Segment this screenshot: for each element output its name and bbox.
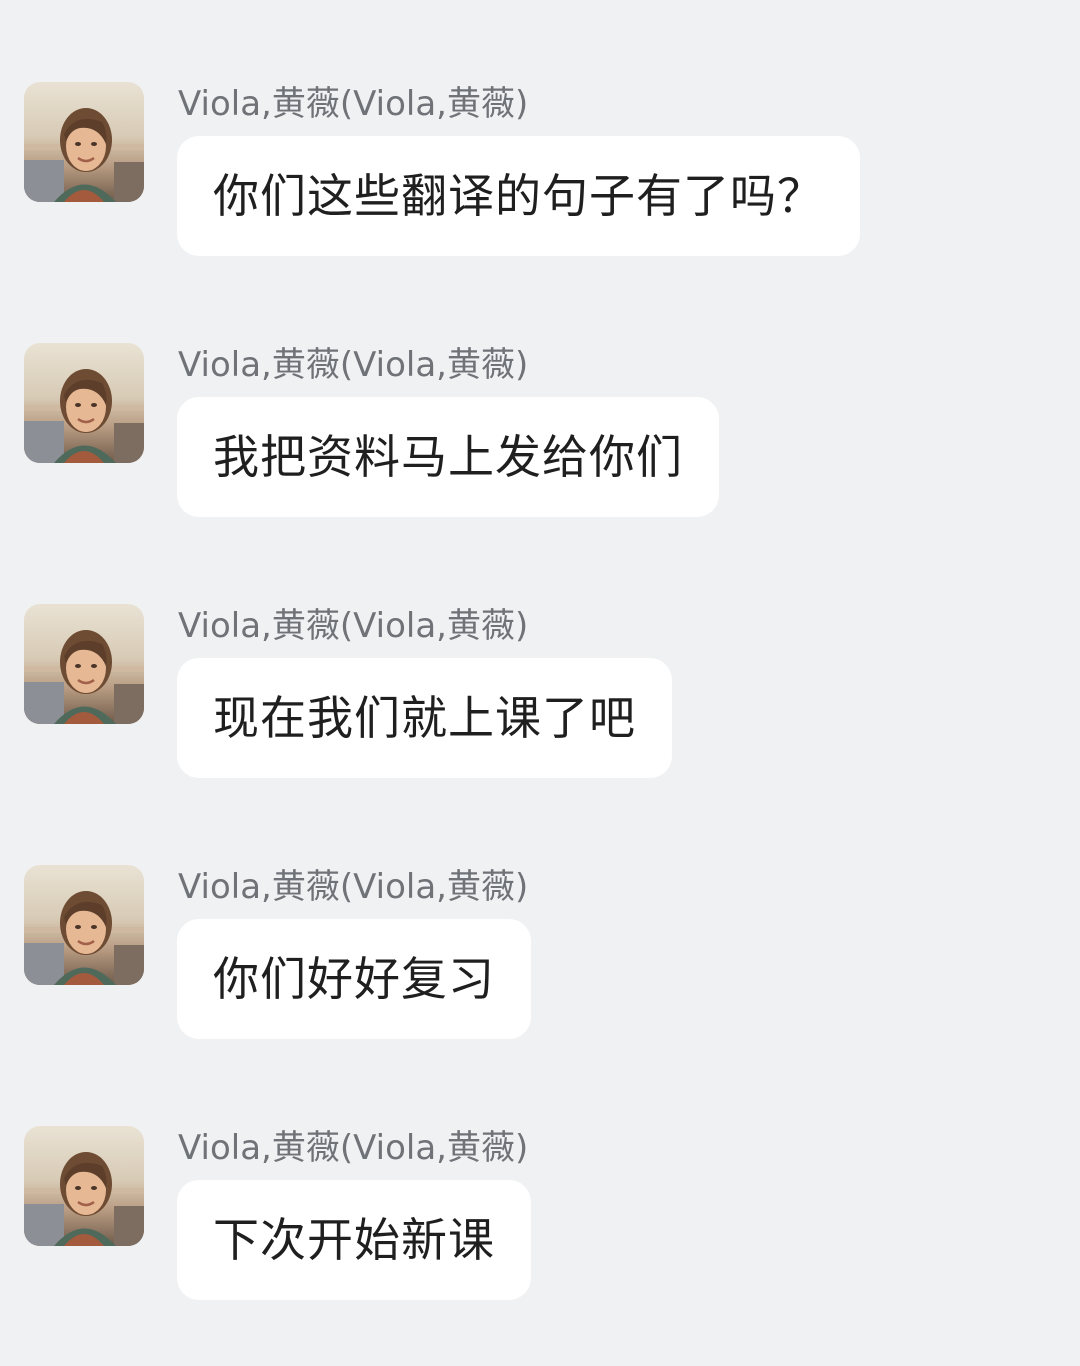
chat-message-list: Viola,黄薇(Viola,黄薇) 你们这些翻译的句子有了吗？ Viola,黄… — [0, 0, 1080, 1327]
sender-name: Viola,黄薇(Viola,黄薇) — [178, 345, 529, 385]
message-bubble[interactable]: 你们好好复习 — [177, 919, 531, 1039]
message-text: 现在我们就上课了吧 — [213, 691, 636, 745]
message-text: 我把资料马上发给你们 — [213, 430, 683, 484]
sender-avatar[interactable] — [24, 1126, 144, 1246]
message-text: 下次开始新课 — [213, 1213, 495, 1267]
message-item: Viola,黄薇(Viola,黄薇) 下次开始新课 — [0, 1126, 1080, 1366]
message-bubble[interactable]: 我把资料马上发给你们 — [177, 397, 719, 517]
sender-name: Viola,黄薇(Viola,黄薇) — [178, 84, 529, 124]
message-bubble[interactable]: 现在我们就上课了吧 — [177, 658, 672, 778]
person-photo-icon — [24, 82, 144, 202]
person-photo-icon — [24, 865, 144, 985]
sender-avatar[interactable] — [24, 343, 144, 463]
sender-name: Viola,黄薇(Viola,黄薇) — [178, 1128, 529, 1168]
sender-avatar[interactable] — [24, 865, 144, 985]
sender-name: Viola,黄薇(Viola,黄薇) — [178, 606, 529, 646]
message-text: 你们好好复习 — [213, 952, 495, 1006]
message-item: Viola,黄薇(Viola,黄薇) 现在我们就上课了吧 — [0, 604, 1080, 844]
message-text: 你们这些翻译的句子有了吗？ — [213, 169, 824, 223]
message-bubble[interactable]: 下次开始新课 — [177, 1180, 531, 1300]
sender-name: Viola,黄薇(Viola,黄薇) — [178, 867, 529, 907]
message-item: Viola,黄薇(Viola,黄薇) 你们好好复习 — [0, 865, 1080, 1105]
message-bubble[interactable]: 你们这些翻译的句子有了吗？ — [177, 136, 860, 256]
person-photo-icon — [24, 343, 144, 463]
sender-avatar[interactable] — [24, 604, 144, 724]
sender-avatar[interactable] — [24, 82, 144, 202]
message-item: Viola,黄薇(Viola,黄薇) 你们这些翻译的句子有了吗？ — [0, 82, 1080, 322]
person-photo-icon — [24, 1126, 144, 1246]
person-photo-icon — [24, 604, 144, 724]
message-item: Viola,黄薇(Viola,黄薇) 我把资料马上发给你们 — [0, 343, 1080, 583]
